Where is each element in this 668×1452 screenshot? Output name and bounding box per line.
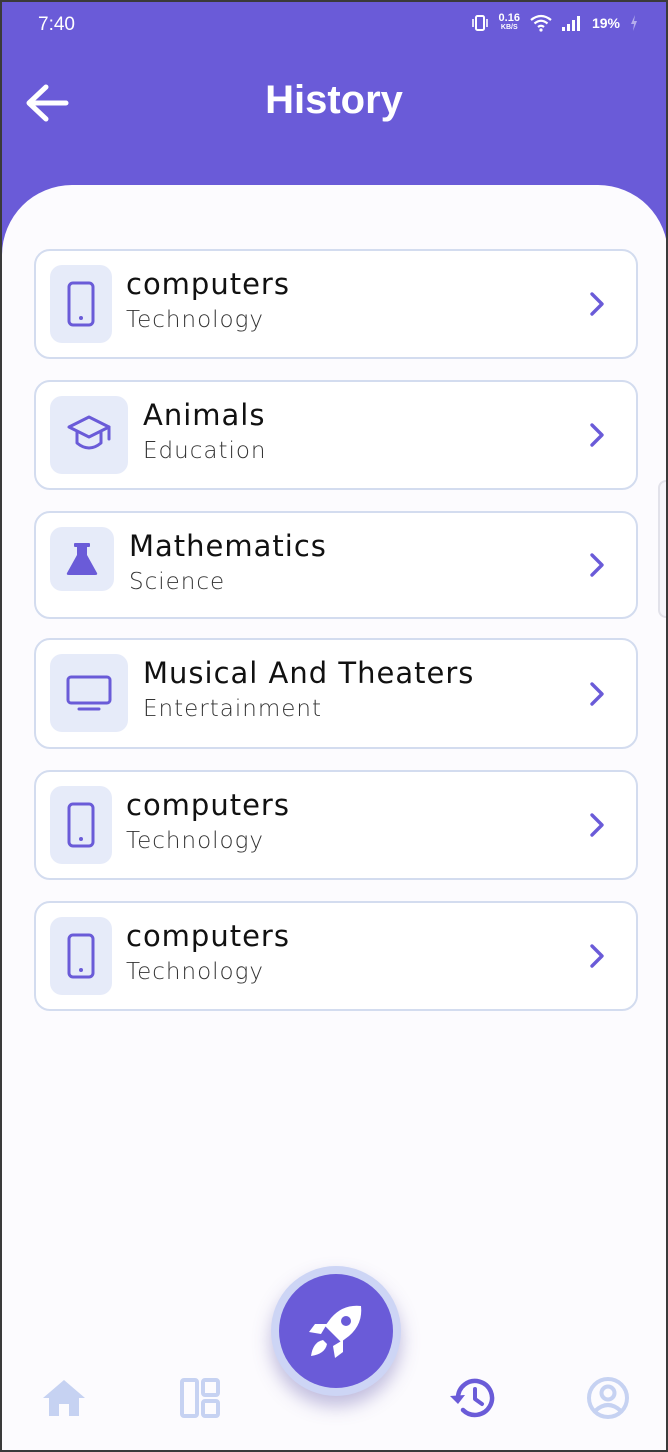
chevron-right-icon: [590, 813, 604, 837]
phone-icon: [67, 802, 95, 848]
item-category: Science: [129, 569, 226, 595]
chevron-right-icon: [590, 944, 604, 968]
item-icon-box: [50, 654, 128, 732]
history-item[interactable]: Animals Education: [34, 380, 638, 490]
chevron-right-icon: [590, 423, 604, 447]
signal-icon: [561, 16, 580, 31]
start-quiz-button[interactable]: [279, 1274, 393, 1388]
item-title: computers: [126, 267, 290, 301]
history-item[interactable]: Mathematics Science: [34, 511, 638, 619]
network-speed-unit: KB/S: [500, 24, 518, 31]
status-icons: 0.16 KB/S 19%: [471, 12, 638, 32]
home-icon: [43, 1380, 85, 1416]
item-title: Musical And Theaters: [143, 656, 475, 690]
nav-history[interactable]: [448, 1374, 496, 1422]
item-category: Technology: [126, 307, 265, 333]
item-texts: Mathematics Science: [129, 529, 327, 595]
app-header: History: [0, 56, 668, 156]
item-icon-box: [50, 396, 128, 474]
item-icon-box: [50, 917, 112, 995]
wifi-icon: [530, 14, 552, 32]
rocket-icon: [309, 1305, 362, 1358]
item-title: Mathematics: [129, 529, 327, 563]
charging-icon: [631, 15, 637, 31]
item-icon-box: [50, 265, 112, 343]
nav-profile[interactable]: [584, 1374, 632, 1422]
history-item[interactable]: computers Technology: [34, 770, 638, 880]
edge-scroll-handle[interactable]: [658, 480, 668, 618]
status-time: 7:40: [38, 14, 75, 35]
dashboard-icon: [180, 1378, 220, 1418]
item-title: Animals: [143, 398, 266, 432]
item-texts: computers Technology: [126, 919, 290, 985]
item-texts: computers Technology: [126, 788, 290, 854]
battery-level: 19%: [591, 15, 620, 31]
item-category: Technology: [126, 828, 265, 854]
nav-dashboard[interactable]: [176, 1374, 224, 1422]
item-texts: computers Technology: [126, 267, 290, 333]
phone-icon: [67, 281, 95, 327]
item-title: computers: [126, 919, 290, 953]
item-icon-box: [50, 527, 114, 591]
page-title: History: [265, 78, 403, 122]
nav-home[interactable]: [40, 1374, 88, 1422]
item-category: Education: [143, 438, 267, 464]
item-texts: Musical And Theaters Entertainment: [143, 656, 474, 722]
phone-icon: [67, 933, 95, 979]
history-item[interactable]: computers Technology: [34, 901, 638, 1011]
status-bar: 7:40 0.16 KB/S 19%: [0, 0, 668, 56]
profile-icon: [587, 1377, 629, 1419]
history-item[interactable]: computers Technology: [34, 249, 638, 359]
item-category: Entertainment: [143, 696, 322, 722]
vibrate-icon: [471, 15, 488, 31]
graduation-cap-icon: [67, 415, 111, 450]
network-speed: 0.16 KB/S: [498, 12, 520, 32]
item-texts: Animals Education: [143, 398, 267, 464]
item-icon-box: [50, 786, 112, 864]
chevron-right-icon: [590, 681, 604, 706]
tv-icon: [66, 675, 112, 711]
chevron-right-icon: [590, 292, 604, 316]
flask-icon: [66, 543, 98, 575]
item-title: computers: [126, 788, 290, 822]
chevron-right-icon: [590, 553, 604, 577]
network-speed-value: 0.16: [498, 12, 520, 24]
history-icon: [450, 1378, 495, 1418]
history-item[interactable]: Musical And Theaters Entertainment: [34, 638, 638, 749]
item-category: Technology: [126, 959, 265, 985]
